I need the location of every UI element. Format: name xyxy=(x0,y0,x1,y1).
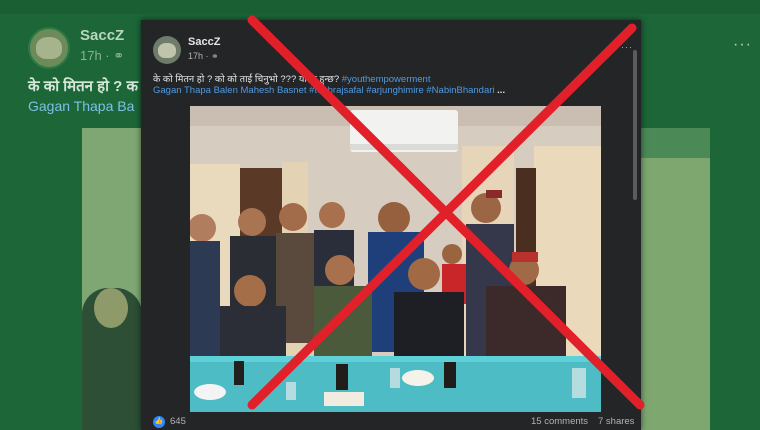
tag-links[interactable]: Gagan Thapa Balen Mahesh Basnet #toubraj… xyxy=(153,85,497,96)
post-time: 17h · ⚭ xyxy=(188,51,219,61)
background-topbar xyxy=(0,0,760,14)
hashtag-link[interactable]: #youthempowerment xyxy=(342,74,431,85)
background-post-time: 17h · ⚭ xyxy=(80,48,125,63)
author-name[interactable]: SaccZ xyxy=(188,36,220,48)
shares-count[interactable]: 7 shares xyxy=(598,416,634,427)
post-card: SaccZ 17h · ⚭ ··· के को मितन हो ? को को … xyxy=(141,20,641,430)
post-photo[interactable] xyxy=(190,106,601,412)
background-avatar[interactable] xyxy=(28,27,70,69)
background-author-name[interactable]: SaccZ xyxy=(80,27,124,44)
likes-count[interactable]: 645 xyxy=(170,416,186,427)
scrollbar[interactable] xyxy=(633,50,637,200)
post-caption: के को मितन हो ? को को ताई चिनुभो ??? यी … xyxy=(153,74,431,85)
background-caption: के को मितन हो ? क xyxy=(28,78,139,95)
author-avatar[interactable] xyxy=(153,36,181,64)
reactions-bar: 👍 645 15 comments 7 shares xyxy=(141,416,641,430)
see-more-link[interactable]: ... xyxy=(497,85,505,96)
background-tags[interactable]: Gagan Thapa Ba xyxy=(28,98,134,114)
globe-icon: ⚭ xyxy=(211,51,219,61)
post-tags: Gagan Thapa Balen Mahesh Basnet #toubraj… xyxy=(153,85,505,96)
more-options-icon[interactable]: ··· xyxy=(621,42,633,52)
background-more-icon[interactable]: ··· xyxy=(733,36,752,54)
globe-icon: ⚭ xyxy=(113,48,125,63)
like-icon[interactable]: 👍 xyxy=(153,416,165,428)
comments-count[interactable]: 15 comments xyxy=(531,416,588,427)
